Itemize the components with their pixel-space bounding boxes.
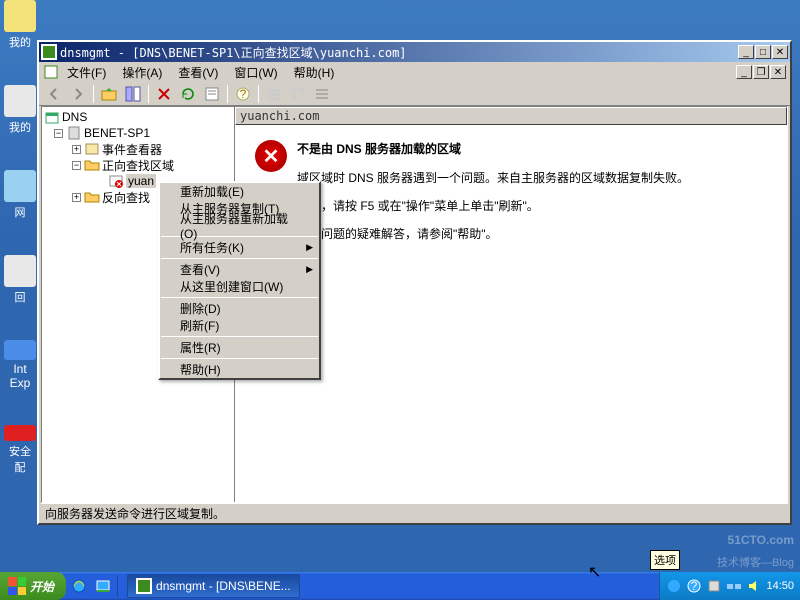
maximize-button[interactable]: □ bbox=[755, 45, 771, 59]
child-restore-button[interactable]: ❐ bbox=[753, 65, 769, 79]
watermark: 51CTO.com技术博客—Blog bbox=[717, 526, 794, 570]
content-area: DNS −BENET-SP1 +事件查看器 −正向查找区域 yuan +反向查找… bbox=[41, 106, 788, 503]
dns-icon bbox=[44, 109, 60, 125]
status-text: 向服务器发送命令进行区域复制。 bbox=[45, 505, 225, 522]
ctx-delete[interactable]: 删除(D) bbox=[160, 300, 319, 317]
tree-forward-zone[interactable]: −正向查找区域 bbox=[72, 157, 232, 173]
list2-button[interactable] bbox=[287, 84, 309, 104]
error-message: 不是由 DNS 服务器加载的区域 域区域时 DNS 服务器遇到一个问题。来自主服… bbox=[297, 140, 767, 487]
menu-window[interactable]: 窗口(W) bbox=[226, 62, 285, 83]
error-p1: 域区域时 DNS 服务器遇到一个问题。来自主服务器的区域数据复制失败。 bbox=[297, 169, 767, 187]
tree-server[interactable]: −BENET-SP1 bbox=[54, 125, 232, 141]
svg-text:?: ? bbox=[240, 87, 247, 101]
tray-icon[interactable]: ? bbox=[686, 578, 702, 594]
book-icon bbox=[84, 141, 100, 157]
menu-view[interactable]: 查看(V) bbox=[170, 62, 226, 83]
ql-desktop-icon[interactable] bbox=[92, 574, 114, 598]
ctx-reload-from-master[interactable]: 从主服务器重新加载(O) bbox=[160, 217, 319, 234]
server-icon bbox=[66, 125, 82, 141]
menubar-handle[interactable] bbox=[43, 64, 59, 80]
app-icon bbox=[136, 578, 152, 594]
tray-icon[interactable] bbox=[706, 578, 722, 594]
desktop-icon[interactable]: 网 bbox=[4, 170, 36, 220]
collapse-icon[interactable]: − bbox=[72, 161, 81, 170]
list-button[interactable] bbox=[263, 84, 285, 104]
close-button[interactable]: ✕ bbox=[772, 45, 788, 59]
details-button[interactable] bbox=[311, 84, 333, 104]
tooltip: 选项 bbox=[650, 550, 680, 570]
tree-root-dns[interactable]: DNS bbox=[44, 109, 232, 125]
clock[interactable]: 14:50 bbox=[766, 580, 794, 592]
desktop-icon[interactable]: IntExp bbox=[4, 340, 36, 390]
tray-volume-icon[interactable] bbox=[746, 578, 762, 594]
zone-error-icon bbox=[108, 173, 124, 189]
toolbar: ? bbox=[39, 82, 790, 106]
child-close-button[interactable]: ✕ bbox=[770, 65, 786, 79]
statusbar: 向服务器发送命令进行区域复制。 bbox=[41, 503, 788, 523]
desktop-icon[interactable]: 回 bbox=[4, 255, 36, 305]
menu-file[interactable]: 文件(F) bbox=[59, 62, 114, 83]
back-button[interactable] bbox=[43, 84, 65, 104]
tree-event-viewer[interactable]: +事件查看器 bbox=[72, 141, 232, 157]
refresh-button[interactable] bbox=[177, 84, 199, 104]
start-button[interactable]: 开始 bbox=[0, 572, 66, 600]
ctx-help[interactable]: 帮助(H) bbox=[160, 361, 319, 378]
ctx-new-window[interactable]: 从这里创建窗口(W) bbox=[160, 278, 319, 295]
ctx-properties[interactable]: 属性(R) bbox=[160, 339, 319, 356]
windows-logo-icon bbox=[8, 577, 26, 595]
child-minimize-button[interactable]: _ bbox=[736, 65, 752, 79]
desktop-icon[interactable]: 安全配 bbox=[4, 425, 36, 475]
expand-icon[interactable]: + bbox=[72, 145, 81, 154]
folder-open-icon bbox=[84, 157, 100, 173]
systray: ? 14:50 bbox=[659, 572, 800, 600]
details-header: yuanchi.com bbox=[235, 107, 787, 125]
folder-icon bbox=[84, 189, 100, 205]
svg-text:?: ? bbox=[691, 579, 698, 593]
menubar: 文件(F) 操作(A) 查看(V) 窗口(W) 帮助(H) _ ❐ ✕ bbox=[39, 62, 790, 82]
mmc-window: dnsmgmt - [DNS\BENET-SP1\正向查找区域\yuanchi.… bbox=[37, 40, 792, 525]
up-button[interactable] bbox=[98, 84, 120, 104]
ql-ie-icon[interactable] bbox=[68, 574, 90, 598]
ctx-view[interactable]: 查看(V)▶ bbox=[160, 261, 319, 278]
desktop-icon[interactable]: 我的 bbox=[4, 85, 36, 135]
tray-network-icon[interactable] bbox=[726, 578, 742, 594]
minimize-button[interactable]: _ bbox=[738, 45, 754, 59]
ctx-all-tasks[interactable]: 所有任务(K)▶ bbox=[160, 239, 319, 256]
collapse-icon[interactable]: − bbox=[54, 129, 63, 138]
taskbar-task[interactable]: dnsmgmt - [DNS\BENE... bbox=[127, 574, 300, 598]
error-title: 不是由 DNS 服务器加载的区域 bbox=[297, 140, 767, 157]
forward-button[interactable] bbox=[67, 84, 89, 104]
desktop-icon[interactable]: 我的 bbox=[4, 0, 36, 50]
help-button[interactable]: ? bbox=[232, 84, 254, 104]
menu-help[interactable]: 帮助(H) bbox=[286, 62, 343, 83]
ctx-reload[interactable]: 重新加载(E) bbox=[160, 183, 319, 200]
app-icon bbox=[41, 44, 57, 60]
properties-button[interactable] bbox=[201, 84, 223, 104]
expand-icon[interactable]: + bbox=[72, 193, 81, 202]
titlebar[interactable]: dnsmgmt - [DNS\BENET-SP1\正向查找区域\yuanchi.… bbox=[39, 42, 790, 62]
error-icon: ✕ bbox=[255, 140, 287, 172]
tray-icon[interactable] bbox=[666, 578, 682, 594]
taskbar: 开始 dnsmgmt - [DNS\BENE... ? 14:50 bbox=[0, 572, 800, 600]
submenu-arrow-icon: ▶ bbox=[306, 264, 313, 275]
error-p3: 区域问题的疑难解答，请参阅"帮助"。 bbox=[297, 225, 767, 243]
menu-action[interactable]: 操作(A) bbox=[114, 62, 170, 83]
window-title: dnsmgmt - [DNS\BENET-SP1\正向查找区域\yuanchi.… bbox=[60, 44, 738, 61]
show-hide-console-button[interactable] bbox=[122, 84, 144, 104]
error-p2: 问题，请按 F5 或在"操作"菜单上单击"刷新"。 bbox=[297, 197, 767, 215]
context-menu: 重新加载(E) 从主服务器复制(T) 从主服务器重新加载(O) 所有任务(K)▶… bbox=[158, 181, 321, 380]
submenu-arrow-icon: ▶ bbox=[306, 242, 313, 253]
desktop-icons: 我的 我的 网 回 IntExp 安全配 bbox=[4, 0, 36, 475]
delete-button[interactable] bbox=[153, 84, 175, 104]
ctx-refresh[interactable]: 刷新(F) bbox=[160, 317, 319, 334]
